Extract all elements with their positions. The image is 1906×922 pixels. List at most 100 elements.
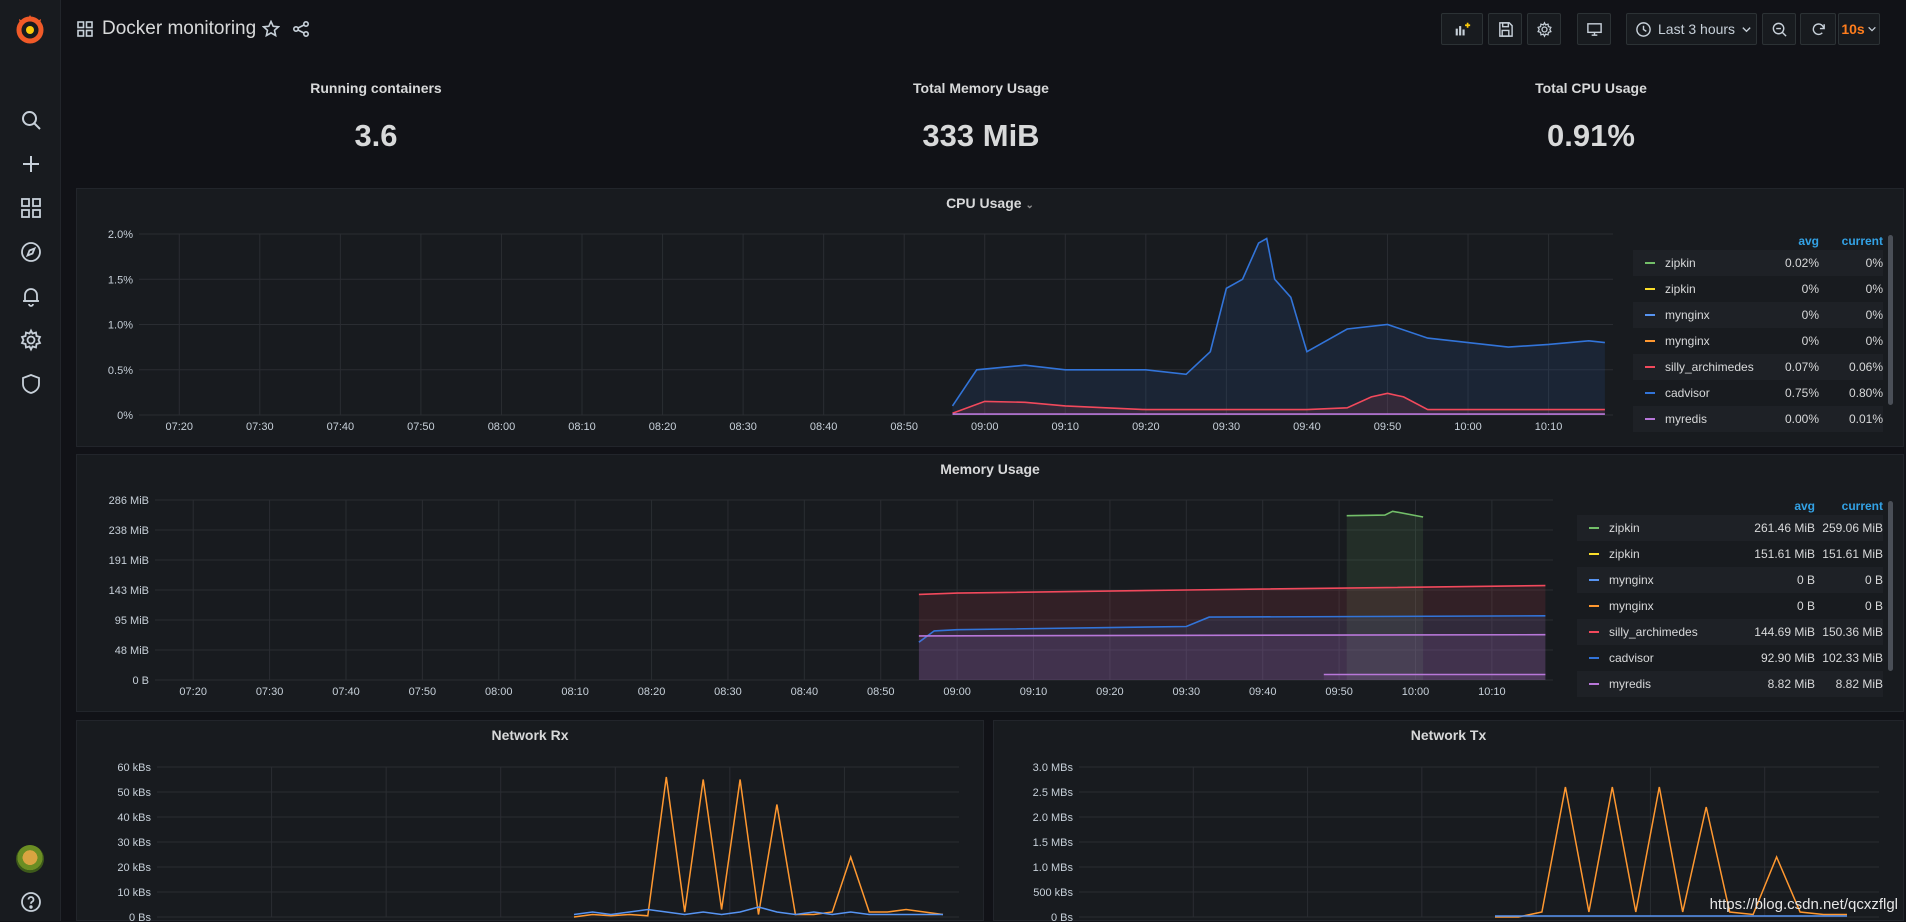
legend-series-name[interactable]: myredis xyxy=(1609,671,1651,697)
panel-title-network-rx[interactable]: Network Rx xyxy=(77,727,983,743)
star-icon[interactable] xyxy=(261,19,281,38)
legend-item[interactable]: mynginx 0 B0 B xyxy=(1577,567,1883,593)
x-tick-label: 07:50 xyxy=(409,686,437,698)
legend-item[interactable]: cadvisor 0.75% 0.80% xyxy=(1633,380,1883,406)
refresh-interval-picker[interactable]: 10s xyxy=(1838,13,1880,45)
explore-compass-icon[interactable] xyxy=(19,240,43,264)
legend-color-swatch[interactable] xyxy=(1589,553,1599,555)
legend-item[interactable]: zipkin 151.61 MiB 151.61 MiB xyxy=(1577,541,1883,567)
legend-item[interactable]: mynginx 0% 0% xyxy=(1633,302,1883,328)
x-tick-label: 10:10 xyxy=(1478,686,1506,698)
dashboards-icon[interactable] xyxy=(19,196,43,220)
legend-color-swatch[interactable] xyxy=(1645,392,1655,394)
legend-rows: zipkin 261.46 MiB 259.06 MiB zipkin 151.61 M… xyxy=(1577,515,1883,697)
legend-series-name[interactable]: mynginx xyxy=(1609,567,1654,593)
legend-item[interactable]: myredis 0.00% 0.01% xyxy=(1633,406,1883,432)
legend-item[interactable]: silly_archimedes 0.07% 0.06% xyxy=(1633,354,1883,380)
help-icon[interactable] xyxy=(19,890,43,914)
user-avatar[interactable] xyxy=(16,845,44,873)
y-tick-label: 30 kBs xyxy=(117,837,151,849)
legend-series-name[interactable]: zipkin xyxy=(1609,541,1640,567)
y-tick-label: 2.0% xyxy=(108,229,133,241)
x-tick-label: 09:50 xyxy=(1325,686,1353,698)
stat-value: 333 MiB xyxy=(922,118,1040,153)
grafana-logo-icon[interactable] xyxy=(13,12,47,46)
y-tick-label: 0.5% xyxy=(108,365,133,377)
legend-color-swatch[interactable] xyxy=(1645,418,1655,420)
legend-series-name[interactable]: zipkin xyxy=(1665,250,1696,276)
legend-series-name[interactable]: silly_archimedes xyxy=(1609,619,1698,645)
legend-color-swatch[interactable] xyxy=(1645,366,1655,368)
legend-series-name[interactable]: zipkin xyxy=(1665,276,1696,302)
legend-item[interactable]: zipkin 261.46 MiB 259.06 MiB xyxy=(1577,515,1883,541)
time-range-label: Last 3 hours xyxy=(1658,21,1736,37)
watermark-text: https://blog.csdn.net/qcxzflgl xyxy=(1709,896,1898,913)
zoom-out-button[interactable] xyxy=(1762,13,1796,45)
legend-color-swatch[interactable] xyxy=(1645,340,1655,342)
panel-title-memory-usage[interactable]: Memory Usage xyxy=(77,461,1903,477)
legend-item[interactable]: zipkin 0.02% 0% xyxy=(1633,250,1883,276)
add-panel-icon xyxy=(1455,22,1470,35)
dashboard-grid-icon xyxy=(76,20,94,38)
legend-avg-header[interactable]: avg xyxy=(1759,234,1819,248)
memory-usage-graph[interactable]: 0 B 48 MiB 95 MiB 143 MiB 191 MiB 238 MiB 286 … xyxy=(77,455,1577,713)
dashboard-title[interactable]: Docker monitoring xyxy=(102,18,256,40)
legend-current-header[interactable]: current xyxy=(1823,499,1883,513)
refresh-button[interactable] xyxy=(1800,13,1836,45)
network-tx-graph[interactable]: 0 Bs500 kBs1.0 MBs1.5 MBs2.0 MBs2.5 MBs3… xyxy=(994,721,1905,922)
cpu-usage-panel: 0% 0.5% 1.0% 1.5% 2.0% 07:20 07:30 07:40 07:50 08… xyxy=(76,188,1904,447)
legend-color-swatch[interactable] xyxy=(1589,527,1599,529)
share-icon[interactable] xyxy=(292,20,310,38)
panel-title-cpu-usage[interactable]: CPU Usage ⌄ xyxy=(77,195,1903,211)
panel-title-network-tx[interactable]: Network Tx xyxy=(994,727,1903,743)
x-tick-label: 09:10 xyxy=(1020,686,1048,698)
alerting-bell-icon[interactable] xyxy=(19,284,43,308)
legend-color-swatch[interactable] xyxy=(1589,683,1599,685)
legend-series-name[interactable]: myredis xyxy=(1665,406,1707,432)
legend-series-name[interactable]: cadvisor xyxy=(1609,645,1654,671)
legend-series-name[interactable]: cadvisor xyxy=(1665,380,1710,406)
series-line-0 xyxy=(573,776,944,918)
x-tick-label: 08:30 xyxy=(714,686,742,698)
x-tick-label: 08:00 xyxy=(485,686,513,698)
legend-item[interactable]: zipkin 0% 0% xyxy=(1633,276,1883,302)
legend-color-swatch[interactable] xyxy=(1645,314,1655,316)
server-admin-shield-icon[interactable] xyxy=(19,372,43,396)
dashboard-settings-button[interactable] xyxy=(1527,13,1561,45)
cpu-usage-graph[interactable]: 0% 0.5% 1.0% 1.5% 2.0% 07:20 07:30 07:40 07:50 08… xyxy=(77,189,1637,448)
y-tick-label: 40 kBs xyxy=(117,812,151,824)
configuration-gear-icon[interactable] xyxy=(19,328,43,352)
legend-item[interactable]: myredis 8.82 MiB 8.82 MiB xyxy=(1577,671,1883,697)
legend-scrollbar[interactable] xyxy=(1888,501,1893,671)
legend-item[interactable]: cadvisor 92.90 MiB 102.33 MiB xyxy=(1577,645,1883,671)
y-tick-label: 50 kBs xyxy=(117,787,151,799)
legend-color-swatch[interactable] xyxy=(1645,262,1655,264)
stat-title: Total CPU Usage xyxy=(1535,80,1647,96)
time-picker-button[interactable]: Last 3 hours xyxy=(1626,13,1757,45)
legend-series-name[interactable]: mynginx xyxy=(1609,593,1654,619)
network-rx-graph[interactable]: 0 Bs10 kBs20 kBs30 kBs40 kBs50 kBs60 kBs xyxy=(77,721,985,922)
x-tick-label: 08:10 xyxy=(561,686,589,698)
cycle-view-mode-button[interactable] xyxy=(1577,13,1611,45)
legend-item[interactable]: mynginx 0% 0% xyxy=(1633,328,1883,354)
legend-color-swatch[interactable] xyxy=(1589,657,1599,659)
legend-series-name[interactable]: mynginx xyxy=(1665,328,1710,354)
save-dashboard-button[interactable] xyxy=(1488,13,1522,45)
legend-color-swatch[interactable] xyxy=(1589,579,1599,581)
legend-color-swatch[interactable] xyxy=(1589,631,1599,633)
add-panel-button[interactable] xyxy=(1441,13,1483,45)
create-plus-icon[interactable] xyxy=(19,152,43,176)
legend-item[interactable]: mynginx 0 B0 B xyxy=(1577,593,1883,619)
network-tx-panel: 0 Bs 500 kBs 1.0 MBs 1.5 MBs 2.0 MBs 2.5 MBs 3… xyxy=(993,720,1905,922)
legend-series-name[interactable]: zipkin xyxy=(1609,515,1640,541)
legend-color-swatch[interactable] xyxy=(1589,605,1599,607)
legend-item[interactable]: silly_archimedes 144.69 MiB 150.36 MiB xyxy=(1577,619,1883,645)
search-icon[interactable] xyxy=(19,108,43,132)
legend-scrollbar[interactable] xyxy=(1888,235,1893,405)
legend-color-swatch[interactable] xyxy=(1645,288,1655,290)
legend-current-header[interactable]: current xyxy=(1823,234,1883,248)
legend-series-name[interactable]: mynginx xyxy=(1665,302,1710,328)
y-tick-label: 3.0 MBs xyxy=(1033,762,1074,774)
legend-avg-header[interactable]: avg xyxy=(1755,499,1815,513)
y-tick-label: 1.0% xyxy=(108,320,133,332)
